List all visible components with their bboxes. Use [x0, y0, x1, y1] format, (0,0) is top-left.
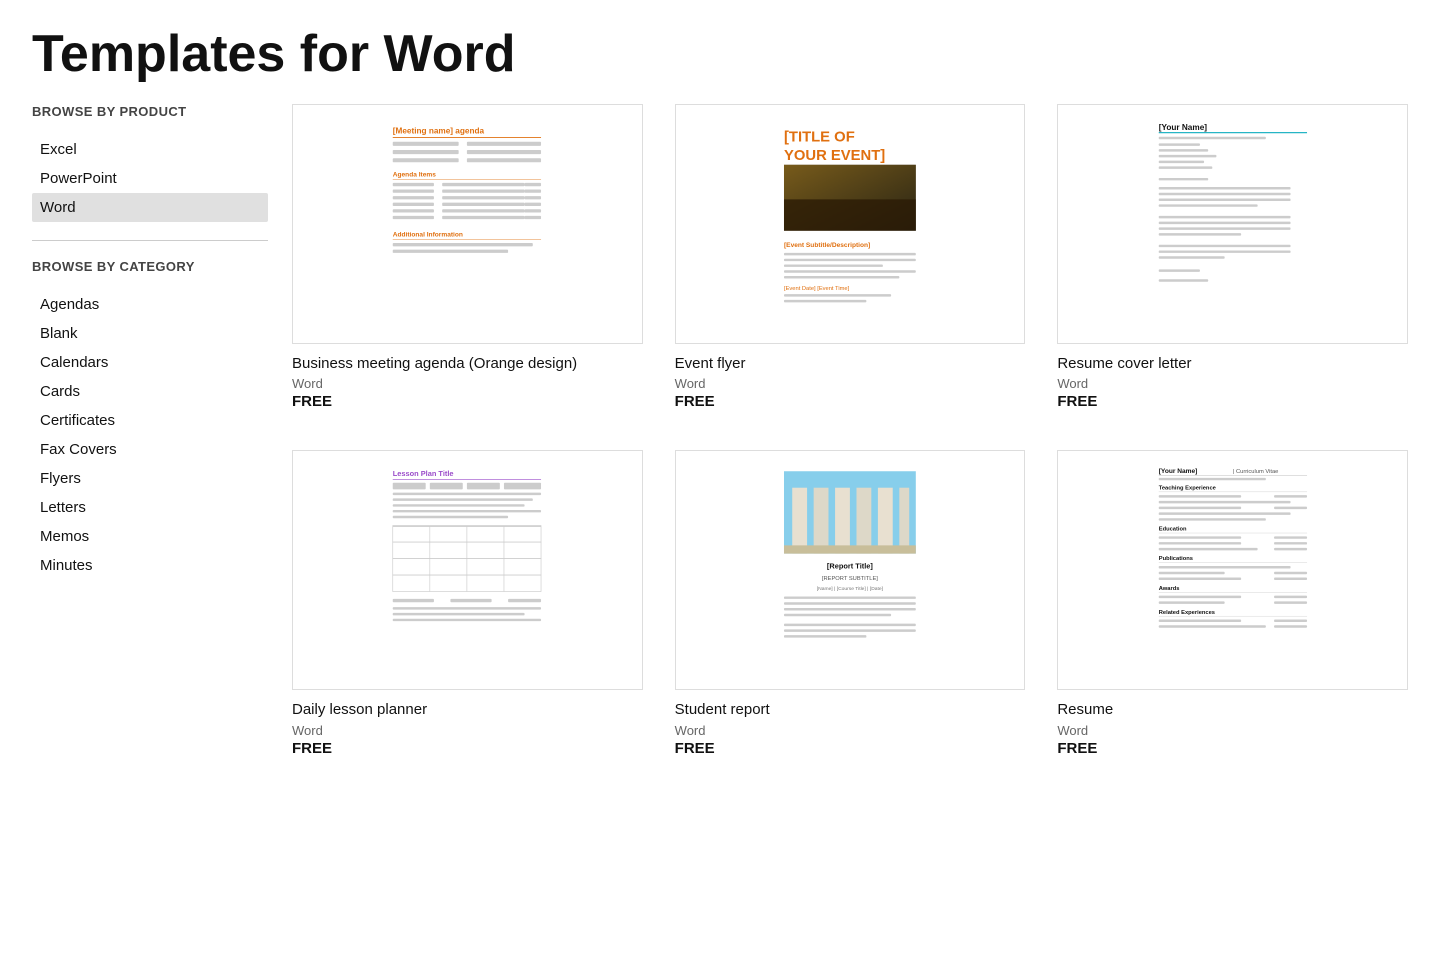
svg-text:[Meeting name] agenda: [Meeting name] agenda: [393, 126, 485, 135]
svg-text:Related Experiences: Related Experiences: [1159, 610, 1215, 616]
svg-text:Lesson Plan Title: Lesson Plan Title: [393, 469, 454, 478]
template-product: Word: [675, 723, 1026, 738]
template-card[interactable]: [Your Name] | Curriculum Vitae Teaching …: [1057, 450, 1408, 756]
sidebar-item-certificates[interactable]: Certificates: [32, 406, 268, 435]
svg-text:| Curriculum Vitae: | Curriculum Vitae: [1233, 469, 1279, 475]
svg-text:Additional Information: Additional Information: [393, 231, 463, 238]
sidebar-item-memos[interactable]: Memos: [32, 522, 268, 551]
svg-text:Teaching Experience: Teaching Experience: [1159, 486, 1216, 492]
template-price: FREE: [292, 393, 643, 410]
sidebar: BROWSE BY PRODUCT Excel PowerPoint Word …: [32, 104, 292, 757]
template-product: Word: [292, 723, 643, 738]
template-price: FREE: [292, 740, 643, 757]
svg-text:Education: Education: [1159, 527, 1187, 533]
sidebar-item-powerpoint[interactable]: PowerPoint: [32, 164, 268, 193]
sidebar-item-letters[interactable]: Letters: [32, 493, 268, 522]
template-price: FREE: [675, 393, 1026, 410]
svg-text:[Your Name]: [Your Name]: [1159, 468, 1198, 475]
template-title: Student report: [675, 700, 1026, 720]
browse-by-category-label: BROWSE BY CATEGORY: [32, 259, 268, 276]
template-thumbnail: [Report Title] [REPORT SUBTITLE] [Name] …: [675, 450, 1026, 690]
template-price: FREE: [675, 740, 1026, 757]
svg-text:Awards: Awards: [1159, 586, 1180, 592]
svg-text:[REPORT SUBTITLE]: [REPORT SUBTITLE]: [822, 576, 878, 582]
svg-text:Publications: Publications: [1159, 556, 1193, 562]
sidebar-divider: [32, 240, 268, 241]
svg-text:[TITLE OF: [TITLE OF: [784, 130, 855, 146]
sidebar-item-excel[interactable]: Excel: [32, 135, 268, 164]
template-thumbnail: Lesson Plan Title: [292, 450, 643, 690]
page-title: Templates for Word: [0, 0, 1440, 104]
sidebar-item-cards[interactable]: Cards: [32, 377, 268, 406]
browse-by-product-label: BROWSE BY PRODUCT: [32, 104, 268, 121]
template-product: Word: [1057, 376, 1408, 391]
template-price: FREE: [1057, 740, 1408, 757]
template-title: Business meeting agenda (Orange design): [292, 354, 643, 374]
template-card[interactable]: [Your Name]: [1057, 104, 1408, 410]
product-list: Excel PowerPoint Word: [32, 135, 268, 222]
template-title: Resume: [1057, 700, 1408, 720]
sidebar-item-minutes[interactable]: Minutes: [32, 551, 268, 580]
svg-text:[Event Date] [Event Time]: [Event Date] [Event Time]: [784, 286, 850, 292]
template-card[interactable]: [Report Title] [REPORT SUBTITLE] [Name] …: [675, 450, 1026, 756]
template-title: Resume cover letter: [1057, 354, 1408, 374]
template-title: Event flyer: [675, 354, 1026, 374]
svg-text:Agenda Items: Agenda Items: [393, 171, 436, 178]
template-product: Word: [675, 376, 1026, 391]
svg-text:[Report Title]: [Report Title]: [827, 562, 873, 571]
templates-grid: [Meeting name] agenda Agenda Items: [292, 104, 1408, 757]
template-thumbnail: [Meeting name] agenda Agenda Items: [292, 104, 643, 344]
sidebar-item-agendas[interactable]: Agendas: [32, 290, 268, 319]
sidebar-item-calendars[interactable]: Calendars: [32, 348, 268, 377]
template-thumbnail: [Your Name] | Curriculum Vitae Teaching …: [1057, 450, 1408, 690]
template-card[interactable]: [Meeting name] agenda Agenda Items: [292, 104, 643, 410]
template-thumbnail: [Your Name]: [1057, 104, 1408, 344]
svg-text:[Name] | [Course Title] | [Dat: [Name] | [Course Title] | [Date]: [817, 586, 884, 592]
template-card[interactable]: [TITLE OF YOUR EVENT]: [675, 104, 1026, 410]
svg-text:[Event Subtitle/Description]: [Event Subtitle/Description]: [784, 242, 870, 249]
svg-text:[Your Name]: [Your Name]: [1159, 123, 1208, 132]
sidebar-item-blank[interactable]: Blank: [32, 319, 268, 348]
template-product: Word: [292, 376, 643, 391]
main-content: [Meeting name] agenda Agenda Items: [292, 104, 1408, 757]
template-title: Daily lesson planner: [292, 700, 643, 720]
svg-text:YOUR EVENT]: YOUR EVENT]: [784, 148, 885, 164]
template-card[interactable]: Lesson Plan Title: [292, 450, 643, 756]
sidebar-item-word[interactable]: Word: [32, 193, 268, 222]
sidebar-item-fax-covers[interactable]: Fax Covers: [32, 435, 268, 464]
template-price: FREE: [1057, 393, 1408, 410]
sidebar-item-flyers[interactable]: Flyers: [32, 464, 268, 493]
template-thumbnail: [TITLE OF YOUR EVENT]: [675, 104, 1026, 344]
category-list: Agendas Blank Calendars Cards Certificat…: [32, 290, 268, 580]
template-product: Word: [1057, 723, 1408, 738]
